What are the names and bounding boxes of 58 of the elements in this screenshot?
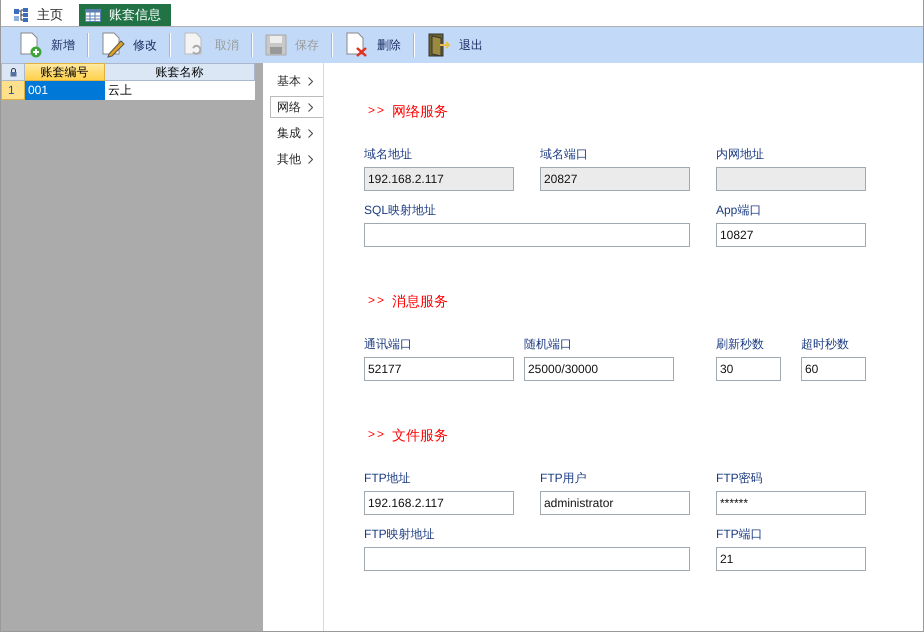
field-label: 超时秒数 [801,337,850,351]
input-field[interactable]: 192.168.2.117 [364,491,514,515]
input-field[interactable]: 52177 [364,357,514,381]
input-field[interactable] [364,547,690,571]
tab[interactable]: 主页 [7,4,73,26]
column-header[interactable]: 账套名称 [105,63,255,81]
input-field[interactable]: 21 [716,547,866,571]
chevron-icon [308,102,313,112]
field-label: 通讯端口 [364,337,413,351]
input-field[interactable]: 25000/30000 [524,357,674,381]
field-label: SQL映射地址 [364,203,438,217]
field-label: 随机端口 [524,337,573,351]
lock-icon [10,68,16,76]
field-label: FTP端口 [716,527,764,541]
field-label: 域名地址 [364,147,413,161]
section-title: 网络服务 [392,103,448,121]
nav-item[interactable]: 其他 [270,148,323,170]
section-marker: >> [368,103,386,119]
section-marker: >> [368,293,386,309]
field-label: FTP密码 [716,471,764,485]
nav-item[interactable]: 集成 [270,122,323,144]
toolbar-button[interactable]: 修改 [95,30,163,60]
input-field[interactable]: 10827 [716,223,866,247]
section-marker: >> [368,427,386,443]
field-label: 域名端口 [540,147,589,161]
delete-document-icon [345,32,369,58]
toolbar-button[interactable]: 退出 [421,30,489,60]
section-title: 消息服务 [392,293,448,311]
edit-document-icon [101,32,125,58]
column-header[interactable]: 账套编号 [25,63,105,81]
chevron-icon [308,128,313,138]
field-label: FTP用户 [540,471,588,485]
table-cell: 001 [25,81,105,100]
tab[interactable]: 账套信息 [79,4,171,26]
field-label: 刷新秒数 [716,337,765,351]
input-field[interactable]: 60 [801,357,866,381]
input-field[interactable] [364,223,690,247]
toolbar-button[interactable]: 新增 [13,30,81,60]
new-document-icon [19,32,43,58]
input-field[interactable]: 30 [716,357,781,381]
field-label: FTP地址 [364,471,412,485]
input-field[interactable]: ****** [716,491,866,515]
table-icon [85,8,101,22]
tree-icon [13,8,29,22]
save-icon [265,34,287,56]
toolbar-button[interactable]: 删除 [339,30,407,60]
row-number[interactable]: 1 [1,81,25,100]
section-title: 文件服务 [392,427,448,445]
door-icon [427,32,451,58]
chevron-icon [308,154,313,164]
field-label: FTP映射地址 [364,527,436,541]
field-label: 内网地址 [716,147,765,161]
table-cell: 云上 [105,81,255,100]
input-field[interactable]: administrator [540,491,690,515]
nav-item[interactable]: 网络 [270,96,323,118]
field-label: App端口 [716,203,762,217]
chevron-icon [308,76,313,86]
nav-item[interactable]: 基本 [270,70,323,92]
